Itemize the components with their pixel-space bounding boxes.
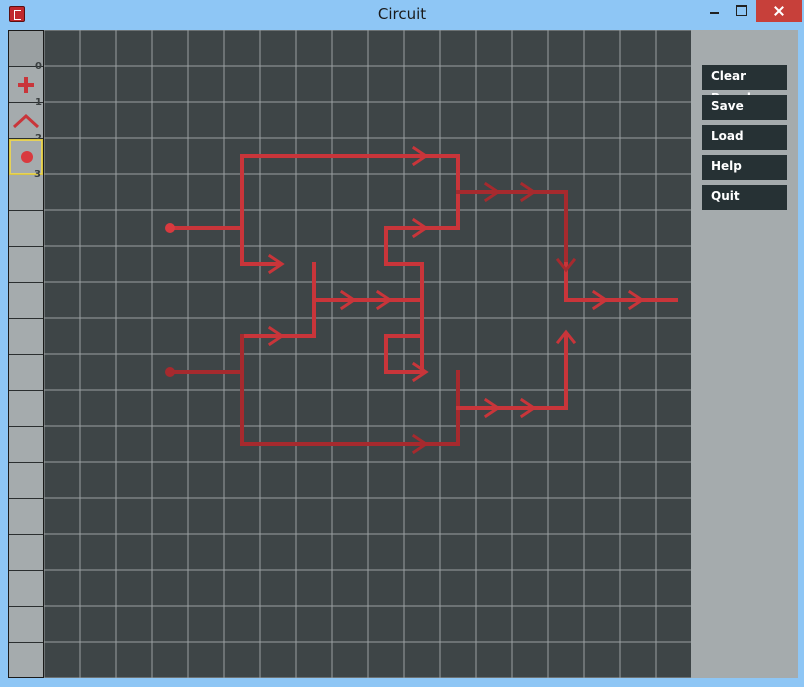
palette-slot-2[interactable]: 2	[9, 103, 43, 144]
palette-slot-empty[interactable]	[9, 319, 43, 355]
palette-slot-empty[interactable]	[9, 607, 43, 643]
source-node	[165, 367, 175, 377]
palette-slot-empty[interactable]	[9, 535, 43, 571]
palette-slot-3[interactable]: 3	[9, 139, 43, 180]
window-title: Circuit	[377, 5, 427, 23]
palette-slot-empty[interactable]	[9, 175, 43, 211]
source-node	[165, 223, 175, 233]
palette-slot-empty[interactable]	[9, 211, 43, 247]
circuit-wires	[165, 145, 678, 455]
circuit-canvas[interactable]	[44, 30, 691, 678]
close-button[interactable]	[756, 0, 802, 22]
palette-slot-empty[interactable]	[9, 427, 43, 463]
save-button[interactable]: Save	[702, 95, 787, 120]
circuit-board[interactable]	[44, 30, 691, 678]
window-bottom-border	[0, 678, 804, 687]
palette-slot-empty[interactable]	[9, 643, 43, 679]
palette-slot-empty[interactable]	[9, 283, 43, 319]
palette-slot-empty[interactable]	[9, 571, 43, 607]
help-button[interactable]: Help	[702, 155, 787, 180]
load-button[interactable]: Load	[702, 125, 787, 150]
app-window: Circuit 0 1 2 3	[0, 0, 804, 687]
palette-slot-empty[interactable]	[9, 391, 43, 427]
palette-slot-1[interactable]: 1	[9, 67, 43, 108]
tool-palette: 0 1 2 3	[8, 30, 44, 679]
palette-slot-empty[interactable]	[9, 463, 43, 499]
title-bar[interactable]: Circuit	[0, 0, 804, 29]
maximize-button[interactable]	[728, 0, 754, 22]
quit-button[interactable]: Quit	[702, 185, 787, 210]
wire-path	[240, 262, 316, 338]
board-grid	[44, 30, 691, 678]
control-panel: Clear Board Save Load Help Quit	[691, 30, 798, 678]
minimize-button[interactable]	[700, 0, 728, 22]
clear-board-button[interactable]: Clear Board	[702, 65, 787, 105]
palette-slot-0[interactable]: 0	[9, 31, 43, 72]
palette-slot-empty[interactable]	[9, 355, 43, 391]
palette-slot-empty[interactable]	[9, 247, 43, 283]
palette-slot-empty[interactable]	[9, 499, 43, 535]
